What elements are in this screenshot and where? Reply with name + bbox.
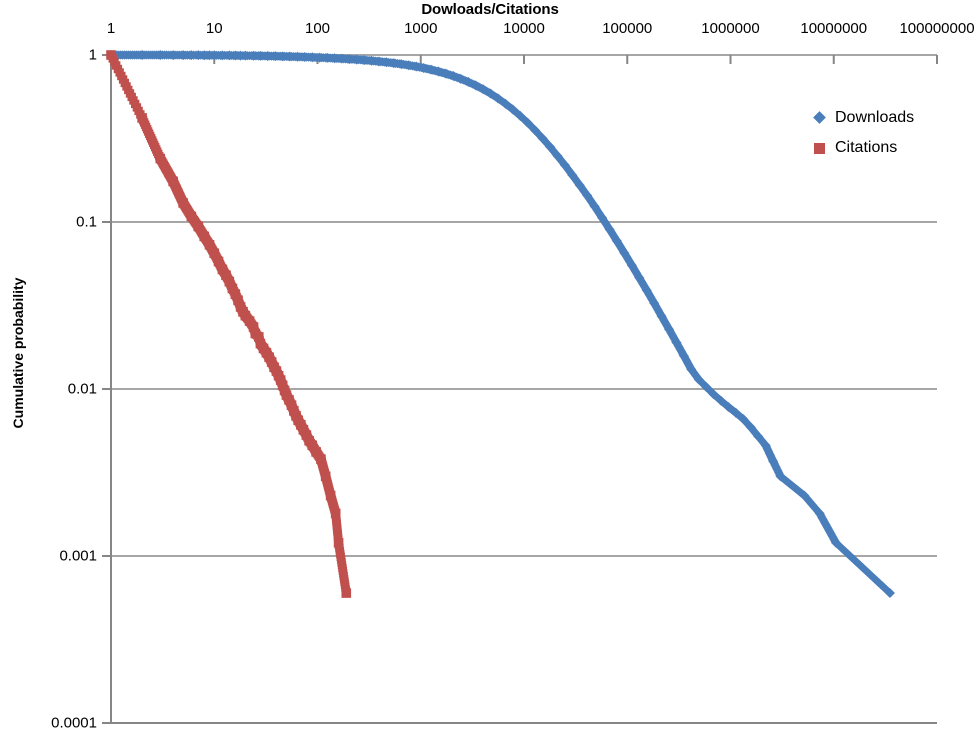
x-tick-label: 1000000 [701, 20, 760, 37]
x-tick-label: 1 [106, 20, 116, 37]
x-tick-label: 1000 [404, 20, 438, 37]
x-tick-label: 100 [304, 20, 331, 37]
legend-item-downloads[interactable]: Downloads [812, 103, 914, 133]
x-tick-label: 10 [205, 20, 223, 37]
chart-legend: Downloads Citations [812, 103, 914, 163]
y-tick-label: 0.1 [76, 213, 97, 231]
legend-item-citations[interactable]: Citations [812, 133, 914, 163]
x-tick-label: 100000 [602, 20, 653, 37]
y-tick-label: 0.0001 [51, 714, 97, 732]
x-tick-label: 100000000 [899, 20, 975, 37]
x-tick-label: 10000 [503, 20, 545, 37]
series-citations-markers [106, 50, 352, 598]
y-tick-label: 0.01 [67, 380, 97, 398]
y-tick-label: 0.001 [59, 547, 97, 565]
legend-label-downloads: Downloads [835, 109, 915, 126]
chart-container: Dowloads/Citations Cumulative probabilit… [0, 0, 980, 734]
square-marker-icon [812, 140, 828, 156]
y-tick-label: 1 [88, 46, 97, 64]
x-tick-label: 10000000 [800, 20, 868, 37]
series-downloads-markers [106, 50, 895, 599]
legend-label-citations: Citations [835, 139, 898, 156]
diamond-marker-icon [812, 110, 828, 126]
